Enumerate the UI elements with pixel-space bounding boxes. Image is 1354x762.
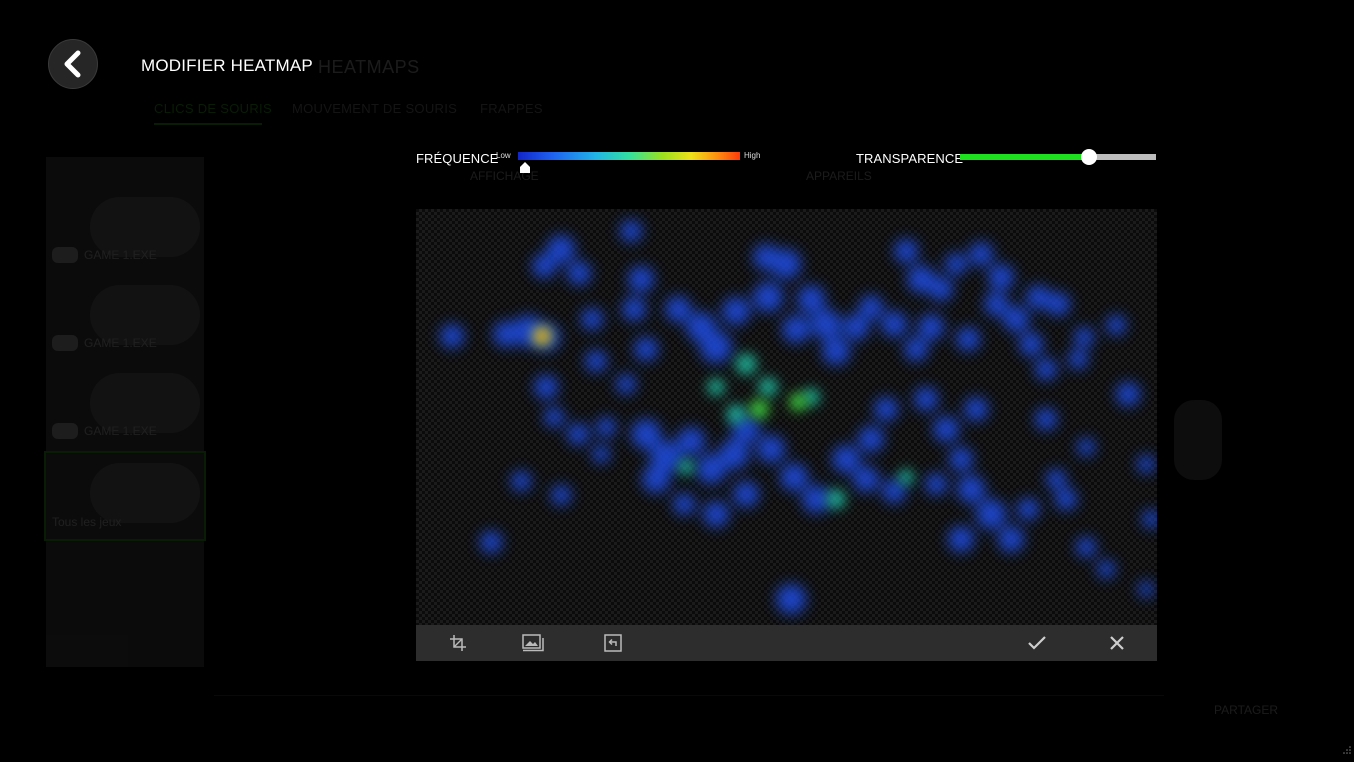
heatmap-toolbar	[416, 625, 1157, 661]
share-label: PARTAGER	[1214, 703, 1279, 717]
game-card: GAME 1.EXE	[46, 275, 204, 361]
chevron-left-icon	[64, 50, 81, 78]
heatmap-image	[440, 220, 1157, 614]
device-image	[1174, 400, 1222, 480]
transparency-slider-fill	[960, 154, 1090, 160]
background-image-button[interactable]	[520, 631, 546, 655]
confirm-button[interactable]	[1024, 631, 1050, 655]
resize-grip-icon[interactable]	[1342, 745, 1352, 755]
gamepad-icon	[52, 247, 78, 263]
transparency-slider[interactable]	[960, 149, 1156, 165]
heatmap-canvas[interactable]	[416, 209, 1157, 625]
game-card: GAME 1.EXE	[46, 187, 204, 273]
image-background-icon	[522, 634, 544, 652]
divider	[214, 695, 1164, 696]
page-title: MODIFIER HEATMAP	[141, 56, 313, 75]
background-title: HEATMAPS	[318, 57, 420, 77]
frequency-slider-handle[interactable]	[519, 162, 530, 173]
game-label: GAME 1.EXE	[84, 336, 157, 350]
devices-label: APPAREILS	[806, 169, 872, 183]
reset-button[interactable]	[600, 631, 626, 655]
cancel-button[interactable]	[1104, 631, 1130, 655]
frequency-slider[interactable]	[518, 152, 740, 160]
frequency-label: FRÉQUENCE	[416, 151, 499, 166]
crop-button[interactable]	[445, 631, 471, 655]
frequency-high-label: High	[744, 151, 761, 160]
crop-icon	[450, 635, 466, 651]
back-button[interactable]	[48, 39, 98, 89]
game-card: GAME 1.EXE	[46, 363, 204, 449]
transparency-label: TRANSPARENCE	[856, 151, 964, 166]
app-window: HEATMAPS CLICS DE SOURIS MOUVEMENT DE SO…	[6, 5, 1354, 757]
game-label: Tous les jeux	[52, 515, 122, 529]
tab-underline	[154, 123, 262, 125]
gamepad-image	[90, 463, 200, 523]
game-label: GAME 1.EXE	[84, 424, 157, 438]
frequency-low-label: Low	[496, 151, 511, 160]
close-icon	[1110, 636, 1124, 650]
game-label: GAME 1.EXE	[84, 248, 157, 262]
game-card-all-games: Tous les jeux	[44, 451, 206, 541]
gamepad-icon	[52, 335, 78, 351]
confirm-check-icon	[1028, 636, 1046, 650]
gamepad-icon	[52, 423, 78, 439]
tab-mouse-clicks: CLICS DE SOURIS	[154, 101, 272, 116]
reset-icon	[604, 634, 622, 652]
tab-keystrokes: FRAPPES	[480, 101, 543, 116]
tab-mouse-movement: MOUVEMENT DE SOURIS	[292, 101, 458, 116]
